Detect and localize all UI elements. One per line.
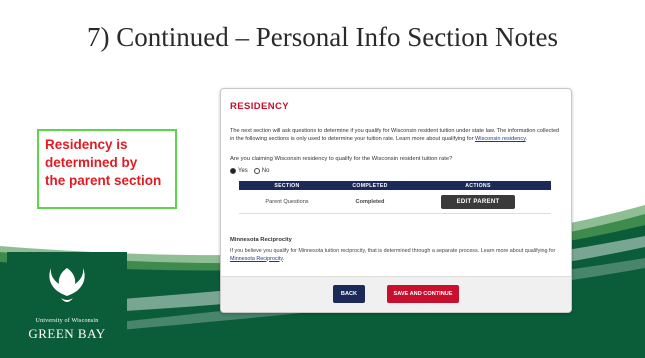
wisconsin-residency-link[interactable]: Wisconsin residency bbox=[475, 136, 526, 142]
no-radio-label[interactable]: No bbox=[262, 168, 270, 174]
save-and-continue-button[interactable]: SAVE AND CONTINUE bbox=[387, 285, 459, 303]
residency-form-screenshot: RESIDENCY The next section will ask ques… bbox=[220, 88, 572, 313]
residency-radio-group: Yes No bbox=[230, 168, 275, 174]
reciprocity-text: If you believe you qualify for Minnesota… bbox=[230, 248, 556, 254]
callout-line-1: Residency is bbox=[45, 137, 128, 152]
residency-intro-end: . bbox=[525, 136, 528, 142]
completed-status: Completed bbox=[335, 190, 405, 214]
reciprocity-end: . bbox=[282, 255, 285, 262]
yes-radio[interactable] bbox=[230, 168, 236, 174]
slide-title: 7) Continued – Personal Info Section Not… bbox=[87, 22, 558, 52]
minnesota-reciprocity-link[interactable]: Minnesota Reciprocity bbox=[230, 256, 283, 262]
uwgb-university-label: University of Wisconsin bbox=[35, 318, 99, 324]
reciprocity-paragraph: If you believe you qualify for Minnesota… bbox=[230, 248, 562, 263]
section-column-header: SECTION bbox=[239, 181, 335, 190]
form-button-bar: BACK SAVE AND CONTINUE bbox=[221, 276, 571, 312]
sections-table: SECTION COMPLETED ACTIONS Parent Questio… bbox=[239, 181, 551, 214]
residency-callout: Residency is determined by the parent se… bbox=[37, 129, 177, 209]
section-cell: Parent Questions bbox=[239, 190, 335, 214]
edit-parent-button[interactable]: EDIT PARENT bbox=[440, 194, 516, 209]
phoenix-logo-icon bbox=[49, 268, 85, 302]
actions-cell: EDIT PARENT bbox=[405, 190, 551, 214]
no-radio[interactable] bbox=[253, 168, 260, 174]
completed-column-header: COMPLETED bbox=[335, 181, 405, 190]
yes-radio-label[interactable]: Yes bbox=[238, 168, 248, 174]
residency-heading: RESIDENCY bbox=[230, 101, 290, 112]
table-row: Parent Questions Completed EDIT PARENT bbox=[239, 190, 551, 214]
table-header-row: SECTION COMPLETED ACTIONS bbox=[239, 181, 551, 190]
uwgb-green-bay-label: GREEN BAY bbox=[28, 326, 106, 341]
back-button[interactable]: BACK bbox=[333, 285, 365, 303]
residency-intro: The next section will ask questions to d… bbox=[230, 127, 560, 143]
callout-line-3: the parent section bbox=[45, 173, 162, 188]
uwgb-logo-block: University of Wisconsin GREEN BAY bbox=[7, 252, 127, 356]
presentation-slide: 7) Continued – Personal Info Section Not… bbox=[0, 0, 645, 358]
residency-question: Are you claiming Wisconsin residency to … bbox=[230, 156, 453, 162]
callout-line-2: determined by bbox=[45, 155, 138, 170]
reciprocity-heading: Minnesota Reciprocity bbox=[230, 237, 292, 243]
actions-column-header: ACTIONS bbox=[405, 181, 551, 190]
